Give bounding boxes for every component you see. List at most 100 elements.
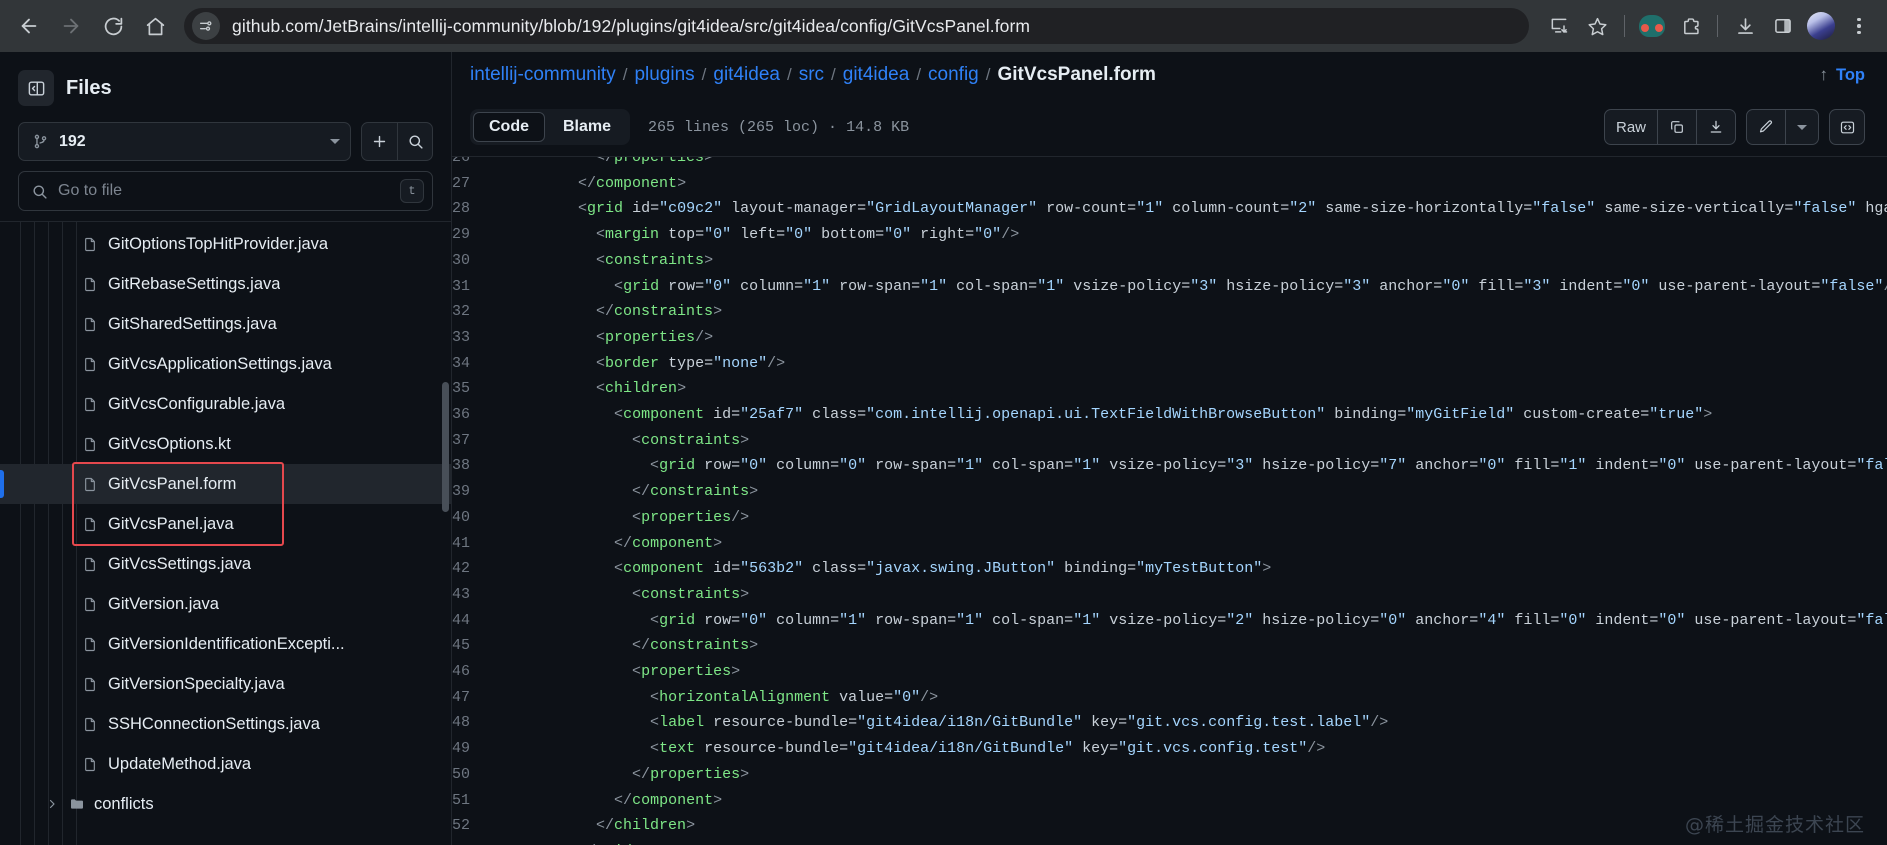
add-file-button[interactable] <box>362 123 397 160</box>
browser-actions <box>1541 8 1877 44</box>
line-number[interactable]: 50 <box>452 762 490 788</box>
back-icon[interactable] <box>10 7 48 45</box>
breadcrumb-segment[interactable]: src <box>799 64 824 86</box>
extension-avatar-icon[interactable] <box>1634 8 1670 44</box>
line-number[interactable]: 52 <box>452 813 490 839</box>
tree-file-row[interactable]: GitVcsOptions.kt <box>0 424 451 464</box>
line-number[interactable]: 53 <box>452 839 490 845</box>
chrome-menu-icon[interactable] <box>1841 8 1877 44</box>
tree-file-row[interactable]: UpdateMethod.java <box>0 744 451 784</box>
tree-file-row[interactable]: GitVcsConfigurable.java <box>0 384 451 424</box>
tree-item-label: GitVersionIdentificationExcepti... <box>108 634 345 653</box>
tab-blame[interactable]: Blame <box>547 112 627 142</box>
breadcrumb-segment[interactable]: git4idea <box>843 64 910 86</box>
tree-file-row[interactable]: GitVcsPanel.form <box>0 464 451 504</box>
file-toolbar: Code Blame 265 lines (265 loc) · 14.8 KB… <box>452 99 1887 158</box>
search-icon[interactable] <box>397 123 432 160</box>
line-number[interactable]: 30 <box>452 248 490 274</box>
install-app-icon[interactable] <box>1541 8 1577 44</box>
side-panel-icon[interactable] <box>1765 8 1801 44</box>
line-number[interactable]: 29 <box>452 222 490 248</box>
line-number[interactable]: 34 <box>452 351 490 377</box>
line-number[interactable]: 45 <box>452 633 490 659</box>
line-number[interactable]: 33 <box>452 325 490 351</box>
tree-file-row[interactable]: GitVcsSettings.java <box>0 544 451 584</box>
home-icon[interactable] <box>136 7 174 45</box>
chevron-right-icon[interactable] <box>44 798 60 810</box>
line-number[interactable]: 36 <box>452 402 490 428</box>
tree-file-row[interactable]: GitVcsPanel.java <box>0 504 451 544</box>
line-number[interactable]: 48 <box>452 710 490 736</box>
code-line: 50 </properties> <box>452 762 1887 788</box>
line-number[interactable]: 39 <box>452 479 490 505</box>
code-line: 39 </constraints> <box>452 479 1887 505</box>
address-bar[interactable]: github.com/JetBrains/intellij-community/… <box>184 8 1529 44</box>
line-number[interactable]: 46 <box>452 659 490 685</box>
code-line-content: </grid> <box>490 839 1887 845</box>
line-number[interactable]: 43 <box>452 582 490 608</box>
pencil-icon[interactable] <box>1747 110 1785 144</box>
line-number[interactable]: 31 <box>452 274 490 300</box>
tab-code[interactable]: Code <box>473 112 545 143</box>
chevron-down-icon[interactable] <box>1785 110 1818 145</box>
line-number[interactable]: 44 <box>452 608 490 634</box>
line-number[interactable]: 42 <box>452 556 490 582</box>
code-line: 32 </constraints> <box>452 299 1887 325</box>
tree-item-label: GitVcsConfigurable.java <box>108 394 286 413</box>
tree-file-row[interactable]: GitVersion.java <box>0 584 451 624</box>
breadcrumb-segment[interactable]: config <box>928 64 979 86</box>
code-line: 35 <children> <box>452 376 1887 402</box>
raw-button[interactable]: Raw <box>1605 110 1657 144</box>
breadcrumb-separator: / <box>916 65 922 85</box>
code-line-content: </properties> <box>596 157 714 167</box>
tree-file-row[interactable]: GitVersionIdentificationExcepti... <box>0 624 451 664</box>
line-number[interactable]: 26 <box>452 157 490 171</box>
tree-file-row[interactable]: GitOptionsTopHitProvider.java <box>0 224 451 264</box>
tree-file-row[interactable]: GitSharedSettings.java <box>0 304 451 344</box>
branch-selector[interactable]: 192 <box>18 122 351 161</box>
copy-icon[interactable] <box>1657 110 1696 145</box>
top-link[interactable]: ↑ Top <box>1819 65 1865 85</box>
reload-icon[interactable] <box>94 7 132 45</box>
code-line-content: <properties/> <box>632 508 750 526</box>
breadcrumb-segment[interactable]: plugins <box>634 64 694 86</box>
line-number[interactable]: 41 <box>452 531 490 557</box>
extensions-puzzle-icon[interactable] <box>1672 8 1708 44</box>
line-number[interactable]: 35 <box>452 376 490 402</box>
bookmark-star-icon[interactable] <box>1579 8 1615 44</box>
code-line-content: <properties/> <box>596 328 714 346</box>
code-line: 44 <grid row="0" column="1" row-span="1"… <box>452 608 1887 634</box>
tree-file-row[interactable]: GitVersionSpecialty.java <box>0 664 451 704</box>
tree-file-row[interactable]: GitRebaseSettings.java <box>0 264 451 304</box>
profile-avatar[interactable] <box>1803 8 1839 44</box>
tree-file-row[interactable]: GitVcsApplicationSettings.java <box>0 344 451 384</box>
line-number[interactable]: 47 <box>452 685 490 711</box>
search-input[interactable]: Go to file t <box>18 171 433 211</box>
tree-folder-row[interactable]: conflicts <box>0 784 451 824</box>
tree-file-row[interactable]: SSHConnectionSettings.java <box>0 704 451 744</box>
code-brackets-icon[interactable] <box>1829 109 1865 146</box>
code-lines-table: 26 </properties> 27 </component> 28 <grid … <box>452 157 1887 845</box>
line-number[interactable]: 38 <box>452 453 490 479</box>
line-number[interactable]: 49 <box>452 736 490 762</box>
sidebar-collapse-icon[interactable] <box>18 70 54 106</box>
edit-group <box>1746 109 1819 146</box>
file-icon <box>82 555 98 574</box>
forward-icon[interactable] <box>52 7 90 45</box>
code-line: 36 <component id="25af7" class="com.inte… <box>452 402 1887 428</box>
breadcrumb-segment[interactable]: git4idea <box>713 64 780 86</box>
downloads-icon[interactable] <box>1727 8 1763 44</box>
line-number[interactable]: 37 <box>452 428 490 454</box>
download-icon[interactable] <box>1696 110 1735 145</box>
line-number[interactable]: 28 <box>452 196 490 222</box>
sidebar-scrollbar-thumb[interactable] <box>442 382 449 512</box>
line-number[interactable]: 40 <box>452 505 490 531</box>
page-settings-icon[interactable] <box>192 12 220 40</box>
code-viewer[interactable]: 26 </properties> 27 </component> 28 <grid … <box>452 157 1887 845</box>
line-number[interactable]: 27 <box>452 171 490 197</box>
breadcrumb-segment[interactable]: intellij-community <box>470 64 616 86</box>
toolbar-divider-1 <box>1624 15 1625 37</box>
code-line: 47 <horizontalAlignment value="0"/> <box>452 685 1887 711</box>
line-number[interactable]: 32 <box>452 299 490 325</box>
line-number[interactable]: 51 <box>452 788 490 814</box>
